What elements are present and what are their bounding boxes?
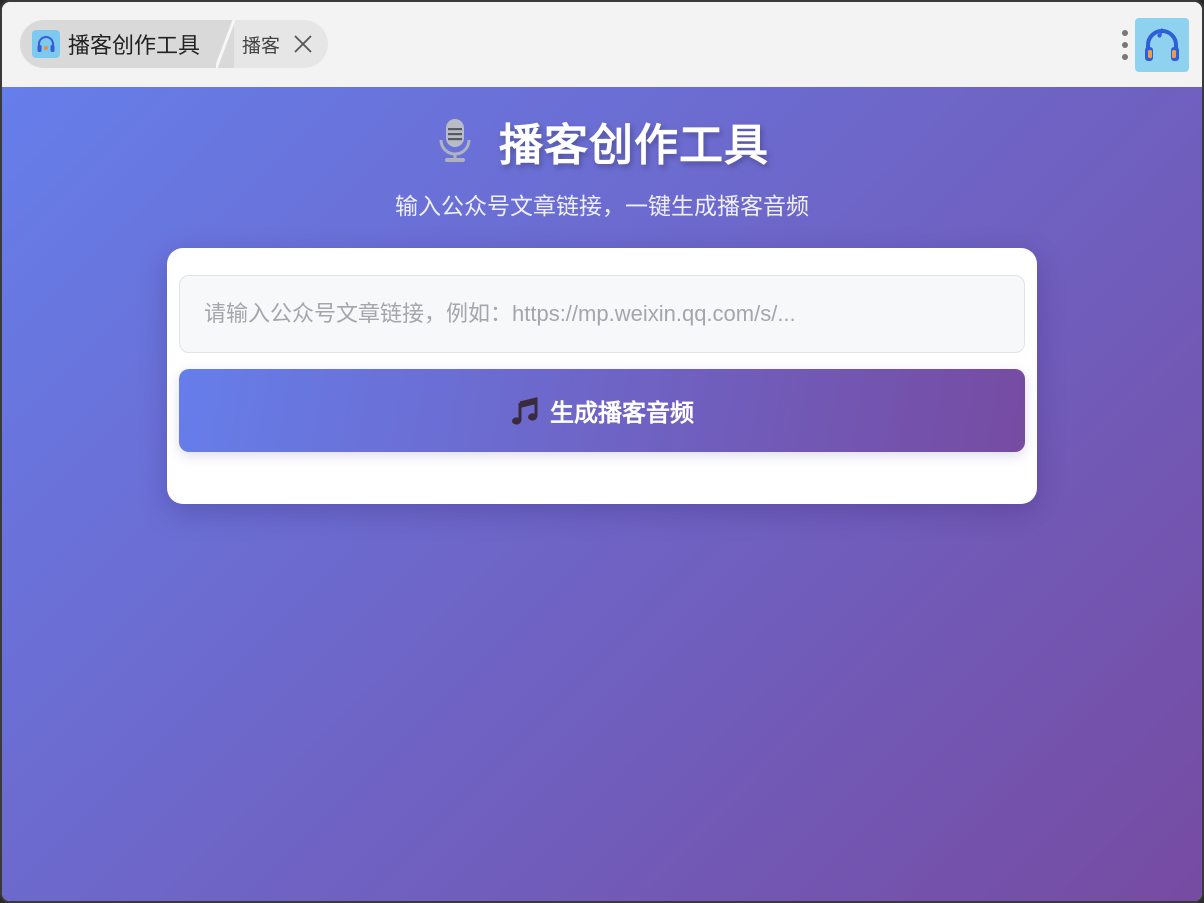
headphones-icon: [32, 30, 60, 58]
tab-sub-label: 播客: [242, 34, 281, 57]
page-header: 播客创作工具: [2, 109, 1202, 173]
headphones-music-icon[interactable]: [1135, 18, 1189, 72]
tab-main-label: 播客创作工具: [68, 34, 201, 59]
tab-sub[interactable]: 播客: [242, 20, 314, 68]
page-title: 播客创作工具: [499, 120, 769, 171]
form-card: 生成播客音频: [167, 248, 1037, 504]
main-content: 播客创作工具 输入公众号文章链接，一键生成播客音频 生成播客音频: [2, 87, 1202, 901]
article-url-input[interactable]: [179, 275, 1025, 353]
page-subtitle: 输入公众号文章链接，一键生成播客音频: [395, 194, 809, 220]
title-bar: 播客创作工具 播客: [2, 2, 1202, 87]
kebab-menu-icon[interactable]: [1114, 26, 1136, 64]
generate-button-label: 生成播客音频: [550, 399, 694, 427]
tab-group: 播客创作工具 播客: [20, 20, 328, 68]
close-icon[interactable]: [292, 33, 314, 55]
app-window: 播客创作工具 播客 播客创作工具 输入公众号文章链接，一键生成播客音频 请输入公…: [0, 0, 1204, 903]
generate-podcast-button[interactable]: 生成播客音频: [179, 369, 1025, 452]
tab-main[interactable]: 播客创作工具: [20, 20, 234, 68]
microphone-icon: [439, 119, 471, 162]
music-note-icon: [512, 396, 538, 425]
